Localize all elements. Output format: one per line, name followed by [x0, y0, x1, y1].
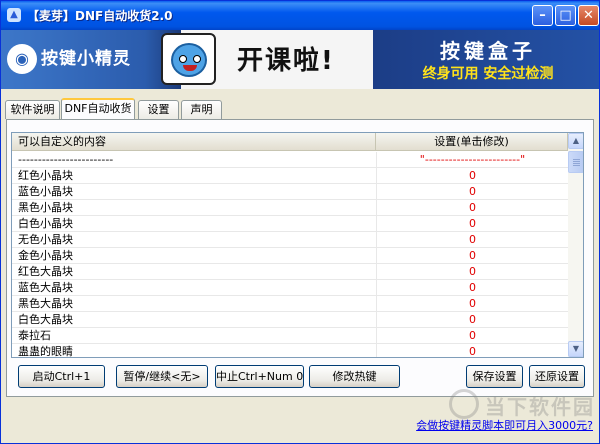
row-item-name: 红色小晶块	[18, 169, 73, 182]
column-header-setting[interactable]: 设置(单击修改)	[376, 133, 568, 151]
start-button[interactable]: 启动Ctrl+1	[18, 365, 105, 388]
column-header-content[interactable]: 可以自定义的内容	[12, 133, 376, 151]
row-item-name: 蓝色大晶块	[18, 281, 73, 294]
modify-hotkey-button[interactable]: 修改热键	[309, 365, 400, 388]
watermark: 当下软件园	[449, 385, 599, 423]
list-row[interactable]: ------------------------ "---------------…	[12, 152, 568, 168]
close-button[interactable]: ✕	[578, 5, 599, 26]
row-item-name: 蛊蛊的眼睛	[18, 345, 73, 358]
item-list[interactable]: 可以自定义的内容 设置(单击修改) ----------------------…	[11, 132, 584, 358]
grip-line	[573, 159, 580, 160]
grip-line	[573, 161, 580, 162]
tab-settings[interactable]: 设置	[138, 100, 179, 119]
list-header: 可以自定义的内容 设置(单击修改)	[12, 133, 568, 151]
row-setting-value[interactable]: 0	[376, 264, 568, 280]
row-setting-value[interactable]: 0	[376, 328, 568, 344]
list-row[interactable]: 金色小晶块 0	[12, 248, 568, 264]
pause-resume-button[interactable]: 暂停/继续<无>	[116, 365, 208, 388]
scroll-up-icon[interactable]: ▲	[568, 133, 583, 149]
minimize-button[interactable]: –	[532, 5, 553, 26]
list-row[interactable]: 红色小晶块 0	[12, 168, 568, 184]
row-item-name: 黑色大晶块	[18, 297, 73, 310]
list-row[interactable]: 蓝色小晶块 0	[12, 184, 568, 200]
list-row[interactable]: 红色大晶块 0	[12, 264, 568, 280]
maximize-button[interactable]: □	[555, 5, 576, 26]
list-row[interactable]: 黑色小晶块 0	[12, 200, 568, 216]
logo-text: 按键小精灵	[41, 49, 131, 69]
row-setting-value[interactable]: 0	[376, 280, 568, 296]
watermark-logo-icon	[449, 389, 479, 419]
mascot-face-icon	[171, 43, 207, 77]
row-setting-value[interactable]: 0	[376, 296, 568, 312]
list-row[interactable]: 白色小晶块 0	[12, 216, 568, 232]
mascot-eye-icon	[179, 55, 187, 63]
row-item-name: 泰拉石	[18, 329, 51, 342]
row-item-name: 红色大晶块	[18, 265, 73, 278]
list-row[interactable]: 蓝色大晶块 0	[12, 280, 568, 296]
row-item-name: 无色小晶块	[18, 233, 73, 246]
grip-line	[573, 163, 580, 164]
scroll-thumb[interactable]	[568, 151, 583, 173]
scroll-down-icon[interactable]: ▼	[568, 341, 583, 357]
row-item-name: 白色大晶块	[18, 313, 73, 326]
row-setting-value[interactable]: 0	[376, 232, 568, 248]
row-setting-value[interactable]: 0	[376, 344, 568, 357]
tab-dnf-auto-collect[interactable]: DNF自动收货	[61, 98, 135, 119]
row-setting-value[interactable]: 0	[376, 312, 568, 328]
mascot-eye-icon	[193, 55, 201, 63]
watermark-text: 当下软件园	[485, 395, 595, 419]
grip-line	[573, 165, 580, 166]
list-row[interactable]: 白色大晶块 0	[12, 312, 568, 328]
app-icon: ▲	[7, 8, 21, 22]
row-item-name: ------------------------	[18, 153, 114, 166]
list-rows: ------------------------ "---------------…	[12, 152, 568, 358]
stop-button[interactable]: 中止Ctrl+Num 0	[215, 365, 304, 388]
list-row[interactable]: 无色小晶块 0	[12, 232, 568, 248]
row-setting-value[interactable]: 0	[376, 216, 568, 232]
row-item-name: 蓝色小晶块	[18, 185, 73, 198]
row-setting-value[interactable]: "------------------------"	[376, 152, 568, 168]
ad-right-subtitle: 终身可用 安全过检测	[422, 66, 554, 82]
row-setting-value[interactable]: 0	[376, 184, 568, 200]
tab-statement[interactable]: 声明	[181, 100, 222, 119]
vertical-scrollbar[interactable]: ▲ ▼	[568, 133, 583, 357]
row-setting-value[interactable]: 0	[376, 248, 568, 264]
list-row[interactable]: 蛊蛊的眼睛 0	[12, 344, 568, 358]
mascot-mouth-icon	[183, 65, 197, 71]
row-setting-value[interactable]: 0	[376, 200, 568, 216]
row-item-name: 金色小晶块	[18, 249, 73, 262]
ad-banner[interactable]: ◉ 按键小精灵 开课啦! 按键盒子 终身可用 安全过检测	[1, 30, 599, 89]
mascot-image	[161, 33, 216, 85]
list-row[interactable]: 泰拉石 0	[12, 328, 568, 344]
logo: ◉ 按键小精灵	[7, 40, 152, 78]
row-item-name: 白色小晶块	[18, 217, 73, 230]
list-row[interactable]: 黑色大晶块 0	[12, 296, 568, 312]
tab-software-info[interactable]: 软件说明	[5, 100, 60, 119]
window-title: 【麦芽】DNF自动收货2.0	[27, 9, 173, 23]
ad-right-block[interactable]: 按键盒子 终身可用 安全过检测	[375, 30, 599, 89]
row-item-name: 黑色小晶块	[18, 201, 73, 214]
app-window: ▲ 【麦芽】DNF自动收货2.0 – □ ✕ ◉ 按键小精灵 开课啦! 按键盒子 …	[0, 0, 600, 444]
ad-title: 开课啦!	[237, 46, 335, 76]
ad-right-title: 按键盒子	[440, 39, 536, 63]
logo-icon: ◉	[7, 44, 37, 74]
row-setting-value[interactable]: 0	[376, 168, 568, 184]
title-bar[interactable]: ▲ 【麦芽】DNF自动收货2.0 – □ ✕	[1, 1, 599, 30]
